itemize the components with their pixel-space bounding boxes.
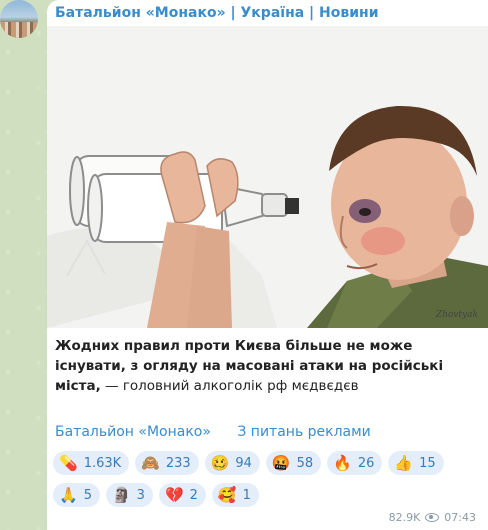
reaction-broken-heart[interactable]: 💔 2 (158, 483, 206, 507)
reaction-cursing-face[interactable]: 🤬 58 (265, 451, 322, 475)
reaction-count: 1.63K (83, 455, 122, 471)
reaction-count: 5 (83, 487, 92, 503)
reaction-count: 233 (165, 455, 191, 471)
cursing-face-icon: 🤬 (271, 453, 291, 472)
message-time: 07:43 (444, 511, 476, 524)
reaction-smiling-hearts[interactable]: 🥰 1 (211, 483, 259, 507)
reaction-count: 58 (296, 455, 314, 471)
caption-text: — головний алкоголік рф мєдвєдєв (100, 378, 359, 394)
reaction-monkey[interactable]: 🙈 233 (135, 451, 199, 475)
reaction-pill[interactable]: 💊 1.63K (53, 451, 130, 475)
reactions-row-2: 🙏 5 🗿 3 💔 2 🥰 1 (53, 483, 483, 507)
link-advertising[interactable]: З питань реклами (237, 424, 370, 440)
message-bubble: Батальйон «Монако» | Україна | Новини Zh… (47, 0, 488, 530)
reaction-fire[interactable]: 🔥 26 (327, 451, 383, 475)
link-channel[interactable]: Батальйон «Монако» (55, 424, 211, 440)
binoculars-cartoon-image (47, 105, 488, 328)
reaction-thumbs-up[interactable]: 👍 15 (388, 451, 444, 475)
smiling-hearts-icon: 🥰 (217, 485, 237, 504)
reaction-count: 1 (242, 487, 251, 503)
reaction-count: 3 (136, 487, 145, 503)
monkey-icon: 🙈 (141, 453, 160, 472)
woozy-face-icon: 🥴 (210, 453, 230, 472)
praying-hands-icon: 🙏 (59, 485, 78, 504)
reaction-woozy-face[interactable]: 🥴 94 (204, 451, 260, 475)
reaction-count: 26 (357, 455, 375, 471)
moai-icon: 🗿 (111, 485, 131, 504)
reactions-row-1: 💊 1.63K 🙈 233 🥴 94 🤬 58 🔥 26 👍 15 (53, 451, 483, 475)
reaction-count: 15 (419, 455, 436, 471)
artist-signature: Zhovtyak (435, 310, 478, 320)
reaction-moai[interactable]: 🗿 3 (105, 483, 153, 507)
reaction-count: 94 (235, 455, 252, 471)
eye-icon (425, 513, 440, 522)
post-links: Батальйон «Монако» З питань реклами (55, 424, 393, 440)
pill-icon: 💊 (59, 453, 78, 472)
broken-heart-icon: 💔 (164, 485, 184, 504)
channel-avatar[interactable] (0, 0, 38, 38)
thumbs-up-icon: 👍 (394, 453, 414, 472)
channel-name[interactable]: Батальйон «Монако» | Україна | Новини (55, 5, 379, 21)
fire-icon: 🔥 (333, 453, 352, 472)
message-meta: 82.9K 07:43 (389, 511, 476, 524)
reaction-count: 2 (189, 487, 198, 503)
post-caption: Жодних правил проти Києва більше не може… (55, 336, 483, 396)
reaction-praying-hands[interactable]: 🙏 5 (53, 483, 100, 507)
view-count: 82.9K (388, 511, 421, 524)
reactions-bar: 💊 1.63K 🙈 233 🥴 94 🤬 58 🔥 26 👍 15 🙏 5 🗿 … (53, 451, 483, 515)
post-illustration[interactable]: Zhovtyak (47, 26, 488, 328)
avatar-city-image (0, 22, 38, 38)
